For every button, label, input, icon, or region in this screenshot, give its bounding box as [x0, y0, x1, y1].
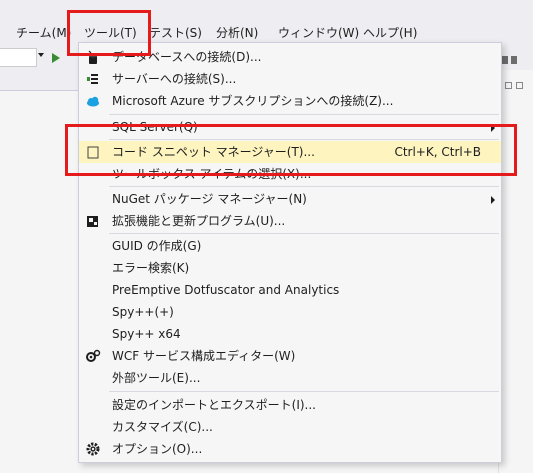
menu-separator	[109, 186, 499, 187]
window-pin-icon[interactable]	[505, 82, 512, 89]
menu-item-label: サーバーへの接続(S)...	[112, 72, 237, 86]
window-close-icon[interactable]	[516, 82, 523, 89]
chevron-down-icon[interactable]	[38, 53, 44, 57]
menu-separator	[109, 233, 499, 234]
document-tab[interactable]	[0, 72, 6, 88]
menu-item-connect-azure[interactable]: Microsoft Azure サブスクリプションへの接続(Z)...	[79, 90, 501, 112]
menu-test[interactable]: テスト(S)	[149, 25, 202, 41]
wcf-config-icon	[85, 348, 101, 364]
menu-item-label: GUID の作成(G)	[112, 239, 202, 253]
toolbar-overflow	[499, 53, 529, 64]
configuration-combo[interactable]	[0, 48, 37, 67]
menu-separator	[109, 391, 499, 392]
menu-item-label: 外部ツール(E)...	[112, 371, 201, 385]
menu-item-create-guid[interactable]: GUID の作成(G)	[79, 235, 501, 257]
menu-item-label: エラー検索(K)	[112, 261, 190, 275]
menu-window[interactable]: ウィンドウ(W)	[278, 25, 359, 41]
menu-item-options[interactable]: オプション(O)...	[79, 438, 501, 460]
menu-item-label: 拡張機能と更新プログラム(U)...	[112, 214, 286, 228]
menu-item-label: オプション(O)...	[112, 442, 203, 456]
menu-item-error-lookup[interactable]: エラー検索(K)	[79, 257, 501, 279]
menu-item-label: Microsoft Azure サブスクリプションへの接続(Z)...	[112, 94, 394, 108]
menu-item-label: カスタマイズ(C)...	[112, 420, 213, 434]
menu-help[interactable]: ヘルプ(H)	[363, 25, 417, 41]
menu-item-dotfuscator[interactable]: PreEmptive Dotfuscator and Analytics	[79, 279, 501, 301]
menu-item-nuget-package-manager[interactable]: NuGet パッケージ マネージャー(N)	[79, 188, 501, 210]
tools-menu: データベースへの接続(D)... サーバーへの接続(S)... Microsof…	[78, 42, 502, 463]
menu-item-label: Spy++ x64	[112, 327, 181, 341]
menu-item-label: PreEmptive Dotfuscator and Analytics	[112, 283, 340, 297]
menu-item-label: Spy++(+)	[112, 305, 174, 319]
azure-cloud-icon	[85, 93, 101, 109]
menu-analyze[interactable]: 分析(N)	[216, 25, 258, 41]
menu-item-spy-x64[interactable]: Spy++ x64	[79, 323, 501, 345]
server-connect-icon	[85, 71, 101, 87]
gear-icon	[85, 441, 101, 457]
menu-item-label: NuGet パッケージ マネージャー(N)	[112, 192, 307, 206]
annotation-highlight-snippet-item	[65, 124, 517, 176]
play-icon[interactable]	[52, 53, 60, 63]
panel-controls	[505, 78, 527, 92]
menu-item-wcf-config-editor[interactable]: WCF サービス構成エディター(W)	[79, 345, 501, 367]
menu-item-label: WCF サービス構成エディター(W)	[112, 349, 296, 363]
menu-item-connect-server[interactable]: サーバーへの接続(S)...	[79, 68, 501, 90]
toolbar-icon[interactable]	[502, 56, 508, 64]
menu-item-label: 設定のインポートとエクスポート(I)...	[112, 398, 316, 412]
extensions-icon	[85, 213, 101, 229]
menu-item-extensions-updates[interactable]: 拡張機能と更新プログラム(U)...	[79, 210, 501, 232]
menu-item-external-tools[interactable]: 外部ツール(E)...	[79, 367, 501, 389]
annotation-highlight-tools-menu	[67, 10, 151, 56]
menu-separator	[109, 114, 499, 115]
menu-item-import-export-settings[interactable]: 設定のインポートとエクスポート(I)...	[79, 394, 501, 416]
menu-item-customize[interactable]: カスタマイズ(C)...	[79, 416, 501, 438]
menu-item-spy[interactable]: Spy++(+)	[79, 301, 501, 323]
toolbar-icon[interactable]	[511, 56, 517, 64]
submenu-arrow-icon	[491, 196, 495, 204]
menu-team[interactable]: チーム(M)	[16, 25, 71, 41]
